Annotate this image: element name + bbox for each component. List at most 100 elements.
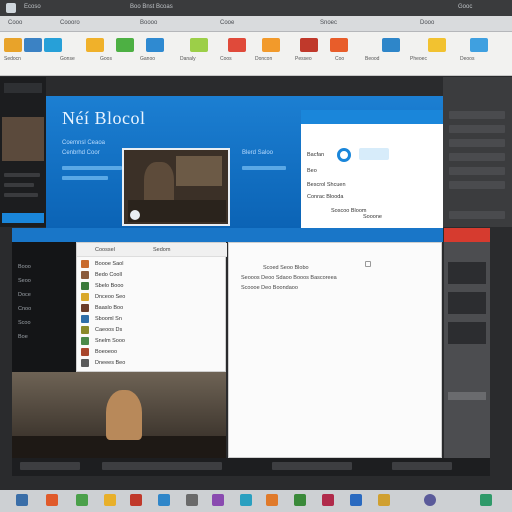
ribbon-button[interactable] <box>146 38 164 52</box>
status-segment <box>392 462 452 470</box>
list-item[interactable]: Boeoeoo <box>77 347 227 358</box>
right-panel-item[interactable] <box>449 211 505 219</box>
taskbar-app-icon[interactable] <box>16 494 28 506</box>
menu-item[interactable]: Boooo <box>140 20 157 26</box>
menu-bar: Cooo Coooro Boooo Cooe Snoec Dooo <box>0 16 512 32</box>
dialog-text: Bacfan <box>307 152 325 158</box>
left-panel-header <box>4 83 42 93</box>
taskbar-app-icon[interactable] <box>76 494 88 506</box>
ribbon-label: Danaly <box>180 56 196 62</box>
taskbar-app-icon[interactable] <box>322 494 334 506</box>
ribbon-button[interactable] <box>330 38 348 52</box>
item-thumbnail <box>81 282 89 290</box>
banner-line <box>242 166 286 170</box>
file-list: Coossel Sedom Boooe Saol Bedo Cooll Sbel… <box>76 242 227 372</box>
right-panel-item[interactable] <box>449 167 505 175</box>
column-header[interactable]: Coossel <box>95 247 115 253</box>
ribbon-button[interactable] <box>262 38 280 52</box>
alert-tab[interactable] <box>444 228 490 242</box>
ribbon-button[interactable] <box>470 38 488 52</box>
taskbar-app-icon[interactable] <box>104 494 116 506</box>
taskbar-app-icon[interactable] <box>266 494 278 506</box>
section-strip <box>12 228 443 242</box>
list-item[interactable]: Dneees Beo <box>77 358 227 369</box>
sidebar-item[interactable]: Scoo <box>18 320 31 326</box>
sidebar-item[interactable]: Doce <box>18 292 31 298</box>
right-panel-item[interactable] <box>449 125 505 133</box>
column-header[interactable]: Sedom <box>153 247 170 253</box>
title-fragment: Boo Bnst Bcoas <box>130 4 173 10</box>
list-item[interactable]: Sbooml Sn <box>77 314 227 325</box>
taskbar-app-icon[interactable] <box>158 494 170 506</box>
menu-item[interactable]: Snoec <box>320 20 337 26</box>
document-line: Scoooe Deo Boondaoo <box>241 285 298 291</box>
portrait-thumbnail[interactable] <box>2 117 44 161</box>
list-item[interactable]: Baaslo Boo <box>77 303 227 314</box>
list-item[interactable]: Sbelo Booo <box>77 281 227 292</box>
menu-item[interactable]: Cooe <box>220 20 234 26</box>
ribbon-label: Beood <box>365 56 380 62</box>
title-fragment: Ecoso <box>24 4 41 10</box>
ribbon-button[interactable] <box>4 38 22 52</box>
list-item[interactable]: Caeoos Ds <box>77 325 227 336</box>
banner-subtitle: Cenbrhd Coor <box>62 150 100 156</box>
taskbar-app-icon[interactable] <box>424 494 436 506</box>
menu-item[interactable]: Cooo <box>8 20 22 26</box>
sidebar-item[interactable]: Cnoo <box>18 306 31 312</box>
ribbon-label: Ganoo <box>140 56 156 62</box>
list-item[interactable]: Snelm Sooo <box>77 336 227 347</box>
taskbar-app-icon[interactable] <box>186 494 198 506</box>
sidebar-item[interactable]: Booo <box>18 264 31 270</box>
document-checkbox[interactable] <box>365 261 371 267</box>
dialog-text: Sooone <box>363 214 382 220</box>
sidebar-item[interactable]: Boe <box>18 334 28 340</box>
taskbar-app-icon[interactable] <box>212 494 224 506</box>
ribbon-button[interactable] <box>382 38 400 52</box>
dialog-text: Beo <box>307 168 317 174</box>
ribbon-button[interactable] <box>428 38 446 52</box>
taskbar-app-icon[interactable] <box>378 494 390 506</box>
taskbar-app-icon[interactable] <box>350 494 362 506</box>
title-bar: Ecoso Boo Bnst Bcoas Gooc <box>0 0 512 16</box>
media-preview[interactable] <box>12 372 226 458</box>
dialog-text: Conrac Blooda <box>307 194 344 200</box>
right-panel-item[interactable] <box>449 153 505 161</box>
right-panel-item[interactable] <box>449 139 505 147</box>
ribbon-label: Doncon <box>255 56 273 62</box>
ribbon-label: Coo <box>335 56 345 62</box>
right-panel-item[interactable] <box>449 181 505 189</box>
item-label: Baaslo Boo <box>95 305 124 311</box>
ribbon-button[interactable] <box>86 38 104 52</box>
panel-thumbnail[interactable] <box>448 262 486 284</box>
panel-thumbnail[interactable] <box>448 292 486 314</box>
taskbar-app-icon[interactable] <box>240 494 252 506</box>
taskbar-app-icon[interactable] <box>46 494 58 506</box>
menu-item[interactable]: Dooo <box>420 20 434 26</box>
ribbon-button[interactable] <box>116 38 134 52</box>
video-card[interactable] <box>122 148 230 226</box>
ribbon-button[interactable] <box>44 38 62 52</box>
ribbon-button[interactable] <box>228 38 246 52</box>
ribbon-button[interactable] <box>24 38 42 52</box>
left-panel-line <box>4 183 34 187</box>
right-panel-item[interactable] <box>449 111 505 119</box>
ribbon-button[interactable] <box>300 38 318 52</box>
right-panel-top <box>443 77 512 227</box>
left-panel-button[interactable] <box>2 213 44 223</box>
taskbar-app-icon[interactable] <box>294 494 306 506</box>
item-thumbnail <box>81 293 89 301</box>
taskbar-app-icon[interactable] <box>130 494 142 506</box>
status-segment <box>102 462 222 470</box>
item-thumbnail <box>81 337 89 345</box>
item-label: Boooe Saol <box>95 261 124 267</box>
menu-item[interactable]: Coooro <box>60 20 80 26</box>
list-item[interactable]: Boooe Saol <box>77 259 227 270</box>
taskbar-app-icon[interactable] <box>480 494 492 506</box>
list-item[interactable]: Bedo Cooll <box>77 270 227 281</box>
list-item[interactable]: Dnceoo Seo <box>77 292 227 303</box>
ribbon-label: Pesseo <box>295 56 312 62</box>
ribbon-button[interactable] <box>190 38 208 52</box>
panel-thumbnail[interactable] <box>448 322 486 344</box>
sidebar-item[interactable]: Seoo <box>18 278 31 284</box>
play-icon[interactable] <box>130 210 140 220</box>
